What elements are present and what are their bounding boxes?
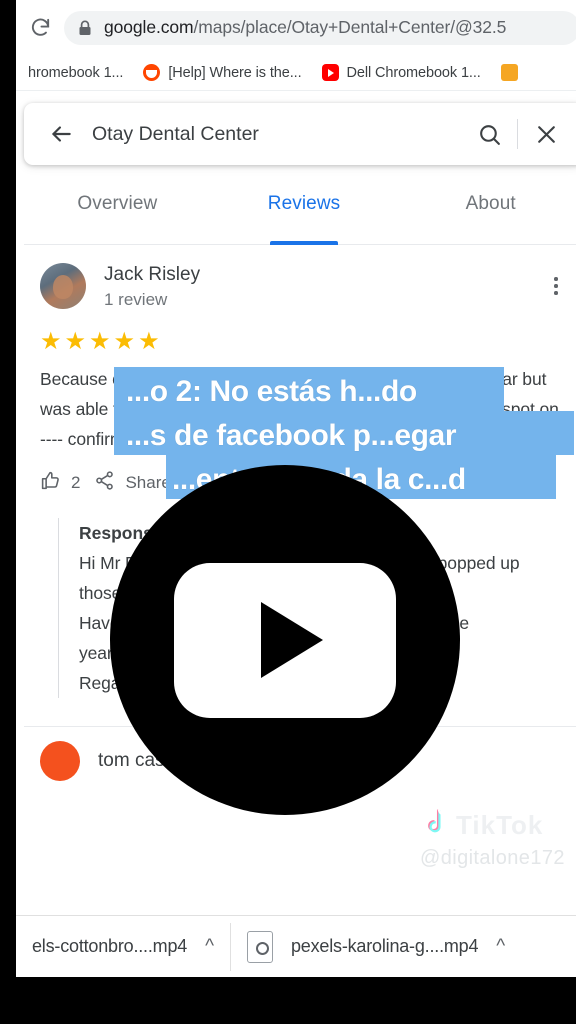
- tiktok-wordmark: TikTok: [456, 810, 544, 840]
- tiktok-handle: @digitalone172: [420, 847, 565, 869]
- like-count: 2: [71, 473, 81, 492]
- video-file-icon: [247, 930, 273, 963]
- play-plate: [174, 562, 396, 718]
- divider: [517, 119, 518, 149]
- tab-label: Overview: [77, 193, 158, 214]
- browser-toolbar: google.com/maps/place/Otay+Dental+Center…: [16, 0, 576, 55]
- tiktok-logo-icon: [420, 807, 450, 844]
- url-host: google.com: [104, 17, 194, 37]
- tab-reviews[interactable]: Reviews: [211, 183, 398, 245]
- bookmark-item[interactable]: [Help] Where is the...: [133, 61, 311, 84]
- page-title: Otay Dental Center: [92, 122, 259, 145]
- tiktok-watermark: TikTok: [420, 807, 543, 844]
- download-filename: pexels-karolina-g....mp4: [291, 936, 479, 956]
- star-rating: ★ ★ ★ ★ ★: [24, 330, 576, 354]
- bookmark-label: [Help] Where is the...: [168, 64, 302, 81]
- share-icon: [94, 470, 115, 496]
- reviewer-review-count: 1 review: [104, 290, 168, 309]
- lock-icon: [78, 20, 92, 36]
- youtube-favicon: [321, 64, 339, 81]
- tab-label: About: [465, 193, 516, 214]
- place-tabs: Overview Reviews About: [24, 183, 576, 245]
- maps-panel: Otay Dental Center Overview Reviews Abou…: [16, 91, 576, 975]
- avatar: [40, 741, 80, 781]
- kebab-menu-icon[interactable]: [544, 263, 568, 295]
- tab-overview[interactable]: Overview: [24, 183, 211, 245]
- reddit-favicon: [143, 64, 161, 81]
- star-icon: ★: [64, 328, 87, 355]
- bookmark-label: hromebook 1...: [28, 64, 124, 81]
- avatar: [40, 263, 86, 309]
- reload-icon[interactable]: [22, 10, 58, 46]
- reviewer-name: Jack Risley: [104, 264, 201, 285]
- url-path: /maps/place/Otay+Dental+Center/@32.5: [193, 17, 507, 37]
- thumbs-up-icon: [40, 470, 61, 496]
- close-icon[interactable]: [524, 122, 568, 147]
- tab-underline: [270, 241, 338, 245]
- share-button[interactable]: Share: [94, 470, 171, 496]
- address-bar[interactable]: google.com/maps/place/Otay+Dental+Center…: [64, 10, 576, 45]
- star-icon: ★: [40, 328, 62, 355]
- share-label: Share: [125, 473, 171, 492]
- youtube-play-icon[interactable]: [110, 465, 460, 815]
- play-triangle-icon: [261, 602, 323, 678]
- chevron-up-icon[interactable]: ^: [496, 937, 505, 956]
- caption-highlight-block: [114, 411, 574, 455]
- place-search-card: Otay Dental Center: [24, 103, 576, 165]
- amber-favicon: [500, 64, 518, 81]
- star-icon: ★: [113, 328, 136, 355]
- tab-label: Reviews: [267, 193, 341, 214]
- browser-window: google.com/maps/place/Otay+Dental+Center…: [16, 0, 576, 977]
- tab-about[interactable]: About: [397, 183, 576, 245]
- back-arrow-icon[interactable]: [40, 121, 82, 147]
- search-icon[interactable]: [467, 122, 511, 147]
- letterbox-left: [0, 0, 16, 1024]
- like-button[interactable]: 2: [40, 470, 80, 496]
- download-filename: els-cottonbro....mp4: [32, 936, 188, 956]
- download-item[interactable]: els-cottonbro....mp4 ^: [16, 916, 230, 978]
- downloads-shelf: els-cottonbro....mp4 ^ pexels-karolina-g…: [16, 915, 576, 977]
- bookmarks-bar: hromebook 1... [Help] Where is the... De…: [16, 55, 576, 91]
- bookmark-item[interactable]: hromebook 1...: [18, 62, 133, 84]
- reviewer-info: Jack Risley 1 review: [104, 263, 544, 312]
- caption-highlight-block: [114, 367, 504, 411]
- letterbox-bottom: [0, 977, 576, 1024]
- url-text: google.com/maps/place/Otay+Dental+Center…: [104, 17, 506, 38]
- download-item[interactable]: pexels-karolina-g....mp4 ^: [231, 916, 521, 978]
- screen-root: google.com/maps/place/Otay+Dental+Center…: [0, 0, 576, 1024]
- chevron-up-icon[interactable]: ^: [205, 937, 214, 956]
- bookmark-item[interactable]: [491, 61, 528, 84]
- bookmark-item[interactable]: Dell Chromebook 1...: [312, 61, 491, 84]
- bookmark-label: Dell Chromebook 1...: [346, 64, 481, 81]
- review-header: Jack Risley 1 review: [24, 263, 576, 312]
- star-icon: ★: [138, 328, 160, 355]
- star-icon: ★: [89, 328, 111, 355]
